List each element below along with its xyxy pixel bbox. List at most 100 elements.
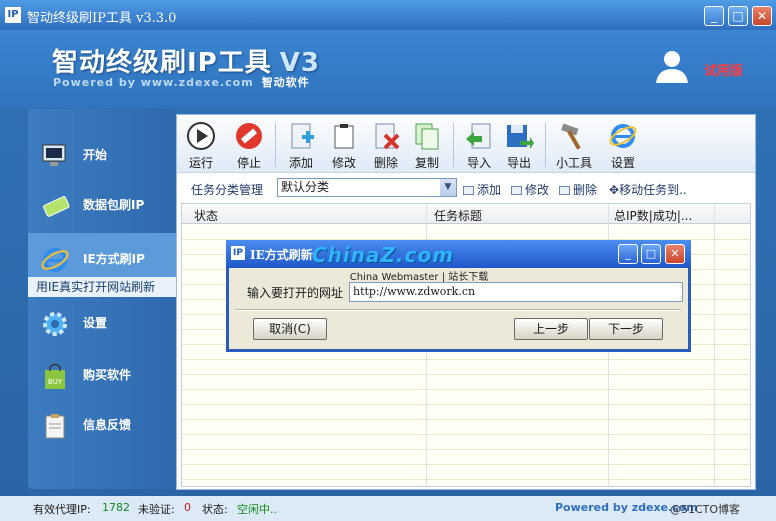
delete-icon (375, 123, 400, 150)
unverified-count: 0 (184, 501, 191, 514)
edit-label: 修改 (331, 156, 356, 170)
delete-label: 删除 (373, 156, 398, 170)
maximize-icon[interactable]: □ (728, 6, 748, 26)
dialog-title: IE方式刷新 (250, 248, 313, 262)
stop-button[interactable]: 停止 (229, 121, 269, 171)
add-document-icon (291, 123, 314, 149)
sidebar-item-label: IE方式刷IP (83, 252, 145, 266)
status-bar: 有效代理IP: 1782 未验证: 0 状态: 空闲中.. Powered by… (0, 496, 776, 521)
app-banner: 智动终级刷IP工具 V3 Powered by www.zdexe.com 智动软件… (0, 30, 776, 108)
url-label: 输入要打开的网址 (247, 286, 344, 300)
tools-label: 小工具 (555, 156, 592, 170)
watermark-text: China Webmaster | 站长下载 (349, 272, 489, 283)
proxy-label: 有效代理IP: (33, 503, 91, 516)
minimize-icon[interactable]: _ (618, 244, 638, 264)
move-task-link[interactable]: ✥移动任务到.. (609, 181, 687, 198)
user-icon[interactable] (654, 48, 690, 84)
svg-text:BUY: BUY (48, 378, 63, 386)
app-logo-icon: IP (231, 246, 245, 260)
category-delete-label: 删除 (573, 183, 598, 197)
import-button[interactable]: 导入 (459, 121, 499, 171)
add-label: 添加 (288, 156, 313, 170)
stop-icon (236, 123, 262, 149)
sidebar-item-description: 用IE真实打开网站刷新 (28, 277, 176, 297)
trial-edition-label[interactable]: 试用版 (704, 60, 743, 79)
save-disk-icon (507, 125, 534, 149)
eraser-icon (43, 196, 70, 217)
sidebar-item-packet-ip[interactable]: 数据包刷IP (28, 179, 176, 229)
copy-button[interactable]: 复制 (407, 121, 447, 171)
close-icon[interactable]: ✕ (752, 6, 772, 26)
toolbar-separator (275, 123, 276, 167)
sidebar: 开始 数据包刷IP IE方式刷IP 用IE真实打开网站刷新 设置 BUY 购买软… (28, 109, 176, 489)
run-button[interactable]: 运行 (181, 121, 221, 171)
powered-by-text: Powered by www.zdexe.com (53, 76, 254, 89)
move-arrows-icon: ✥ (609, 183, 620, 197)
ie-icon (41, 248, 69, 272)
app-logo-icon: IP (5, 7, 21, 23)
column-header-status[interactable]: 状态 (194, 207, 218, 224)
clipboard-edit-icon (334, 124, 354, 149)
chevron-down-icon[interactable]: ▼ (440, 179, 456, 196)
column-header-ip-count[interactable]: 总IP数|成功|... (614, 207, 692, 224)
settings-button[interactable]: 设置 (603, 121, 643, 171)
edit-button[interactable]: 修改 (324, 121, 364, 171)
sidebar-item-label: 开始 (83, 148, 108, 162)
run-label: 运行 (188, 156, 213, 170)
url-input[interactable]: http://www.zdwork.cn (349, 282, 683, 302)
category-add-link[interactable]: 添加 (463, 181, 501, 198)
tools-button[interactable]: 小工具 (549, 121, 599, 171)
chinaz-watermark-logo: ChinaZ.com (312, 243, 455, 267)
state-value: 空闲中.. (237, 503, 277, 516)
title-bar: IP 智动终级刷IP工具 v3.3.0 _ □ ✕ (0, 0, 776, 30)
sidebar-item-label: 设置 (83, 316, 108, 330)
add-button[interactable]: 添加 (281, 121, 321, 171)
sidebar-item-ie-refresh[interactable]: IE方式刷IP 用IE真实打开网站刷新 (28, 233, 176, 297)
company-name: 智动软件 (261, 76, 310, 89)
ie-settings-icon (609, 124, 637, 148)
category-add-label: 添加 (477, 183, 502, 197)
buy-bag-icon: BUY (45, 363, 65, 389)
sidebar-item-start[interactable]: 开始 (28, 129, 176, 179)
export-button[interactable]: 导出 (499, 121, 539, 171)
ie-refresh-dialog: IP IE方式刷新 _ □ ✕ China Webmaster | 站长下载 输… (226, 240, 691, 352)
cancel-button[interactable]: 取消(C) (253, 318, 327, 340)
toolbar-separator (545, 123, 546, 167)
sidebar-item-label: 数据包刷IP (83, 198, 145, 212)
next-step-button[interactable]: 下一步 (589, 318, 663, 340)
sidebar-item-settings[interactable]: 设置 (28, 297, 176, 347)
delete-folder-icon (559, 186, 570, 195)
category-edit-link[interactable]: 修改 (511, 181, 549, 198)
gear-icon (43, 312, 67, 336)
delete-button[interactable]: 删除 (366, 121, 406, 171)
category-select[interactable]: 默认分类 ▼ (277, 178, 457, 197)
category-delete-link[interactable]: 删除 (559, 181, 597, 198)
proxy-count: 1782 (102, 501, 130, 514)
category-edit-label: 修改 (525, 183, 550, 197)
category-bar: 任务分类管理 默认分类 ▼ 添加 修改 删除 ✥移动任务到.. (177, 177, 755, 199)
unverified-label: 未验证: (138, 503, 175, 516)
sidebar-item-buy[interactable]: BUY 购买软件 (28, 349, 176, 399)
sidebar-item-label: 信息反馈 (83, 418, 132, 432)
maximize-icon[interactable]: □ (641, 244, 661, 264)
column-divider (714, 204, 715, 486)
import-icon (466, 123, 491, 149)
close-icon[interactable]: ✕ (665, 244, 685, 264)
prev-step-button[interactable]: 上一步 (514, 318, 588, 340)
category-selected-value: 默认分类 (281, 180, 330, 194)
column-header-title[interactable]: 任务标题 (434, 207, 482, 224)
sidebar-item-label: 购买软件 (83, 368, 132, 382)
hammer-icon (561, 123, 581, 150)
settings-label: 设置 (610, 156, 635, 170)
clipboard-icon (45, 414, 65, 439)
dialog-title-bar: IP IE方式刷新 _ □ ✕ (226, 240, 691, 268)
dialog-divider (235, 309, 681, 311)
monitor-icon (42, 144, 66, 166)
play-icon (187, 122, 215, 150)
export-label: 导出 (506, 156, 531, 170)
stop-label: 停止 (236, 156, 261, 170)
minimize-icon[interactable]: _ (704, 6, 724, 26)
sidebar-item-feedback[interactable]: 信息反馈 (28, 399, 176, 449)
edit-folder-icon (511, 186, 522, 195)
window-title: 智动终级刷IP工具 v3.3.0 (27, 11, 177, 26)
